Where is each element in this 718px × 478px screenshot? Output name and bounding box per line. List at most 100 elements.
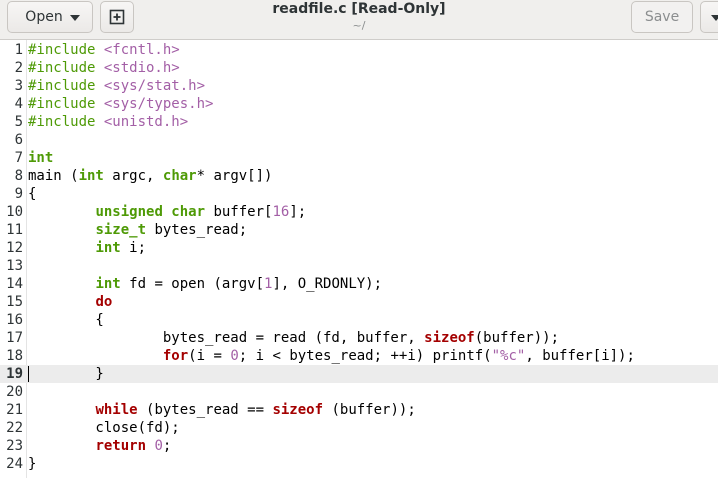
line-number: 20 [6,384,23,400]
code-line[interactable]: 14 int fd = open (argv[1], O_RDONLY); [0,275,718,293]
code-token: sizeof [272,402,324,418]
code-text: int i; [28,239,146,257]
code-text: { [28,311,103,329]
code-token: <sys/stat.h> [103,78,206,94]
code-line[interactable]: 7 int [0,149,718,167]
code-line[interactable]: 8 main (int argc, char* argv[]) [0,167,718,185]
line-number: 15 [6,294,23,310]
code-token: #include [28,114,104,130]
code-text: #include <sys/types.h> [28,95,213,113]
window-title: readfile.c [Read-Only] [272,1,446,17]
code-line[interactable]: 23 return 0; [0,437,718,455]
code-line[interactable]: 21 while (bytes_read == sizeof (buffer))… [0,401,718,419]
code-text: bytes_read = read (fd, buffer, sizeof(bu… [28,329,559,347]
code-token: * argv[]) [196,168,273,184]
line-number: 11 [6,222,23,238]
code-token: #include [28,78,104,94]
code-token: sizeof [424,330,475,346]
code-text: close(fd); [28,419,180,437]
code-token: ], O_RDONLY); [272,276,383,292]
code-line[interactable]: 3 #include <sys/stat.h> [0,77,718,95]
code-token: fd = open (argv[ [120,276,265,292]
code-line[interactable]: 12 int i; [0,239,718,257]
code-text: { [28,185,36,203]
code-token: do [95,294,113,310]
code-token: <fcntl.h> [103,42,180,58]
code-line[interactable]: 19 } [0,365,718,383]
code-text: #include <stdio.h> [28,59,180,77]
code-line[interactable]: 6 [0,131,718,149]
code-token: i; [120,240,147,256]
code-text: main (int argc, char* argv[]) [28,167,272,185]
menu-button[interactable] [700,1,718,33]
code-line[interactable]: 4 #include <sys/types.h> [0,95,718,113]
code-text: size_t bytes_read; [28,221,247,239]
code-text: #include <fcntl.h> [28,41,180,59]
code-line[interactable]: 9{ [0,185,718,203]
line-number: 16 [6,312,23,328]
code-token: int [95,276,121,292]
code-token: size_t [95,222,147,238]
line-number: 10 [6,204,23,220]
code-line[interactable]: 24} [0,455,718,473]
code-token: ; i < bytes_read; ++i) printf( [238,348,492,364]
code-text: } [28,455,36,473]
code-token: (buffer)); [474,330,560,346]
code-line[interactable]: 5 #include <unistd.h> [0,113,718,131]
code-text: return 0; [28,437,171,455]
code-area[interactable]: 1 #include <fcntl.h> 2 #include <stdio.h> 3 #… [0,40,718,478]
code-line[interactable]: 22 close(fd); [0,419,718,437]
code-token: unsigned char [95,204,206,220]
code-token: 0 [230,348,239,364]
code-token: return [95,438,147,454]
header-bar: Open readfile.c [Read-Only] ~/ Save [0,0,718,40]
line-number: 5 [14,114,23,130]
code-token: #include [28,60,104,76]
code-line[interactable]: 2 #include <stdio.h> [0,59,718,77]
code-token: } [28,366,104,382]
code-line[interactable]: 1 #include <fcntl.h> [0,41,718,59]
code-token: #include [28,96,104,112]
code-token: , buffer[i]); [525,348,635,364]
code-token: while [95,402,138,418]
line-number: 23 [6,438,23,454]
save-button[interactable]: Save [631,1,693,33]
code-token: } [28,456,37,472]
code-token: (bytes_read == [137,402,273,418]
text-editor[interactable]: 1 #include <fcntl.h> 2 #include <stdio.h> 3 #… [0,40,718,478]
code-token: argc, [103,168,163,184]
line-number: 18 [6,348,23,364]
code-token: int [95,240,121,256]
code-line[interactable]: 16 { [0,311,718,329]
code-line[interactable]: 13 [0,257,718,275]
line-number: 1 [14,42,23,58]
code-line[interactable]: 17 bytes_read = read (fd, buffer, sizeof… [0,329,718,347]
code-token: close(fd); [28,420,180,436]
code-line[interactable]: 18 for(i = 0; i < bytes_read; ++i) print… [0,347,718,365]
code-line[interactable]: 20 [0,383,718,401]
chevron-down-icon [711,15,718,21]
code-token: int [78,168,104,184]
line-number: 22 [6,420,23,436]
code-token: (buffer)); [323,402,416,418]
code-line[interactable]: 11 size_t bytes_read; [0,221,718,239]
code-line[interactable]: 10 unsigned char buffer[16]; [0,203,718,221]
line-number: 17 [6,330,23,346]
code-text: do [28,293,112,311]
code-line[interactable]: 15 do [0,293,718,311]
line-number: 8 [14,168,23,184]
code-token: int [28,150,54,166]
line-number: 24 [6,456,23,472]
code-text: int [28,149,53,167]
code-token: ; [162,438,172,454]
code-text: while (bytes_read == sizeof (buffer)); [28,401,416,419]
code-token: (i = [188,348,231,364]
code-token: #include [28,42,104,58]
code-text: for(i = 0; i < bytes_read; ++i) printf("… [28,347,635,365]
